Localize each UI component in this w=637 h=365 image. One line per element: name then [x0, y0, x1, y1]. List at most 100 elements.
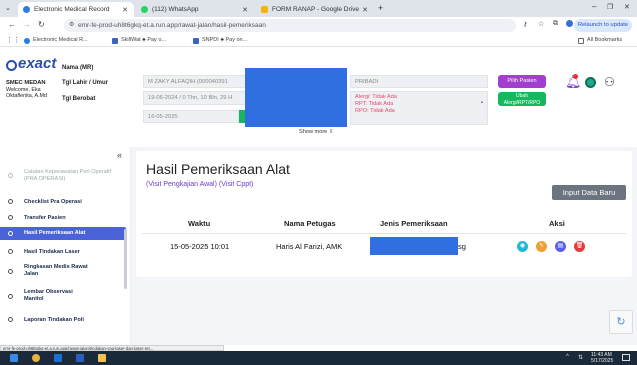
bookmark-label: SkillWat ♣ Pay o... [121, 37, 166, 43]
url-input[interactable]: ⚙ emr-fe-prod-uh8t6gkq-et.a.run.app/rawa… [64, 19, 516, 32]
delete-trash-icon[interactable]: 🗑︎ [574, 241, 585, 252]
pilih-pasien-button[interactable]: Pilih Pasien [498, 75, 546, 88]
app-logo: exact [18, 55, 57, 72]
forward-icon[interactable]: → [23, 20, 31, 29]
hospital-name: SMEC MEDAN [6, 80, 46, 86]
sidebar-item-transfer-pasien[interactable]: Transfer Pasien [0, 213, 126, 223]
sidebar: « Catatan Keperawatan Peri Operatif (PRA… [0, 147, 131, 345]
word-taskbar-icon[interactable] [76, 354, 84, 362]
tab-list-chevron-icon[interactable]: ⌄ [5, 4, 11, 12]
all-bookmarks[interactable]: All Bookmarks [578, 36, 622, 45]
view-eye-icon[interactable]: ◉ [517, 241, 528, 252]
patient-name-field: M ZAKY ALFAQIH (000040391 [143, 75, 246, 88]
back-icon[interactable]: ← [8, 20, 16, 29]
visit-links[interactable]: (Visit Pengkajian Awal) (Visit Cppt) [146, 181, 253, 188]
sidebar-item-label: Lembar Observasi Manitol [24, 289, 73, 302]
edit-icon[interactable]: ✎ [536, 241, 547, 252]
label-name: Nama (MR) [62, 65, 94, 71]
password-key-icon[interactable]: ⚷ [523, 21, 527, 28]
sidebar-item-ringkasan-medis[interactable]: Ringkasan Medis Rawat Jalan [0, 263, 126, 279]
redacted-jenis [370, 237, 458, 255]
explorer-taskbar-icon[interactable] [98, 354, 106, 362]
patient-header: exact SMEC MEDAN Welcome, Eka Oktaflenit… [0, 47, 637, 139]
sidebar-scrollbar[interactable] [124, 229, 127, 289]
rpt-text: RPT: Tidak Ada [355, 101, 394, 107]
notification-badge [573, 74, 578, 79]
sidebar-item-lembar-observasi[interactable]: Lembar Observasi Manitol [0, 288, 126, 304]
ubah-alergi-button[interactable]: Ubah Alergi/RPT/RPO [498, 92, 546, 106]
apps-grid-icon[interactable]: ⋮⋮ [6, 36, 20, 44]
tab-emr[interactable]: Electronic Medical Record ✕ [18, 2, 134, 17]
sidebar-item-checklist-pra-operasi[interactable]: Checklist Pra Operasi [0, 197, 126, 207]
windows-taskbar: ^ ⇅ 11:43 AM 5/17/2025 [0, 351, 637, 365]
drive-favicon-icon [261, 6, 268, 13]
payer-field: PRIBADI [350, 75, 488, 88]
new-tab-button[interactable]: + [378, 3, 383, 13]
bullet-icon [8, 199, 13, 204]
collapse-sidebar-icon[interactable]: « [117, 150, 122, 160]
rpo-text: RPO: Tidak Ada [355, 108, 395, 114]
bookmark-snpdi[interactable]: SNPDI ♣ Pay on... [193, 36, 247, 45]
scroll-caret-icon[interactable]: ▲ [480, 98, 484, 105]
bookmark-folder-icon [193, 37, 199, 44]
table-header-divider [142, 233, 626, 234]
whatsapp-favicon-icon [141, 6, 148, 13]
results-card: Hasil Pemeriksaan Alat (Visit Pengkajian… [136, 151, 632, 277]
reload-icon[interactable]: ↻ [38, 20, 45, 29]
network-icon[interactable]: ⇅ [578, 354, 583, 361]
clock-date[interactable]: 5/17/2025 [591, 358, 613, 364]
tab-drive[interactable]: FORM RANAP - Google Drive ✕ [256, 2, 374, 17]
users-icon[interactable]: ⚇ [604, 75, 615, 89]
window-close-icon[interactable]: ✕ [624, 3, 630, 11]
minimize-icon[interactable]: – [592, 2, 596, 11]
extensions-icon[interactable]: ⧉ [553, 20, 558, 28]
user-avatar-icon[interactable] [585, 77, 596, 88]
recaptcha-badge: ↻ [609, 310, 633, 334]
relaunch-update-button[interactable]: Relaunch to update [574, 19, 632, 32]
allergy-box: Alergi: Tidak Ada RPT: Tidak Ada RPO: Ti… [350, 91, 488, 125]
close-tab-icon[interactable]: ✕ [362, 6, 368, 14]
bookmark-star-icon[interactable]: ☆ [538, 20, 544, 28]
close-tab-icon[interactable]: ✕ [122, 6, 128, 14]
windows-start-icon[interactable] [10, 354, 18, 362]
dob-field: 19-06-2024 / 0 Thn, 10 Bln, 29 H [143, 91, 246, 105]
folder-icon [578, 37, 584, 44]
sidebar-item-label: Laporan Tindakan Poli [24, 317, 84, 323]
show-more-link[interactable]: Show more ⇩ [299, 129, 334, 135]
cell-petugas: Haris Al Farizi, AMK [276, 242, 343, 251]
notification-center-icon[interactable] [622, 354, 630, 361]
tab-whatsapp[interactable]: (112) WhatsApp ✕ [136, 2, 254, 17]
redacted-block [245, 68, 347, 127]
profile-icon[interactable] [566, 20, 573, 27]
bullet-icon [8, 269, 13, 274]
bookmark-skillwat[interactable]: SkillWat ♣ Pay o... [112, 36, 166, 45]
logo-check-icon [6, 60, 17, 71]
all-bookmarks-label: All Bookmarks [587, 37, 623, 43]
site-info-icon[interactable]: ⚙ [69, 19, 74, 32]
browser-tab-bar: ⌄ Electronic Medical Record ✕ (112) What… [0, 0, 637, 17]
ubah-alergi-label: Ubah Alergi/RPT/RPO [503, 93, 541, 106]
sidebar-item-laporan-tindakan-poli[interactable]: Laporan Tindakan Poli [0, 315, 126, 325]
sidebar-item-hasil-tindakan-laser[interactable]: Hasil Tindakan Laser [0, 247, 126, 257]
bookmark-emr[interactable]: Electronic Medical R... [24, 36, 88, 45]
close-tab-icon[interactable]: ✕ [242, 6, 248, 14]
tray-up-icon[interactable]: ^ [566, 354, 569, 360]
header-waktu: Waktu [188, 219, 211, 228]
welcome-line2: Oktaflenita, A.Md [6, 93, 48, 99]
maximize-icon[interactable]: ❐ [607, 3, 613, 11]
bullet-icon [8, 249, 13, 254]
bookmark-label: SNPDI ♣ Pay on... [202, 37, 248, 43]
chrome-taskbar-icon[interactable] [32, 354, 40, 362]
outlook-taskbar-icon[interactable] [54, 354, 62, 362]
bullet-icon [8, 231, 13, 236]
input-data-baru-button[interactable]: Input Data Baru [552, 185, 626, 200]
bullet-icon [8, 317, 13, 322]
label-dob: Tgl Lahir / Umur [62, 80, 109, 86]
sidebar-item-label: Transfer Pasien [24, 215, 66, 221]
page-title: Hasil Pemeriksaan Alat [146, 161, 290, 177]
sidebar-item-catatan-perioperatif[interactable]: Catatan Keperawatan Peri Operatif (PRA O… [0, 169, 126, 183]
tab-label: (112) WhatsApp [152, 6, 199, 13]
header-jenis-pemeriksaan: Jenis Pemeriksaan [380, 219, 448, 228]
sidebar-item-hasil-pemeriksaan-alat[interactable]: Hasil Pemeriksaan Alat [0, 227, 126, 240]
print-document-icon[interactable]: ▤ [555, 241, 566, 252]
